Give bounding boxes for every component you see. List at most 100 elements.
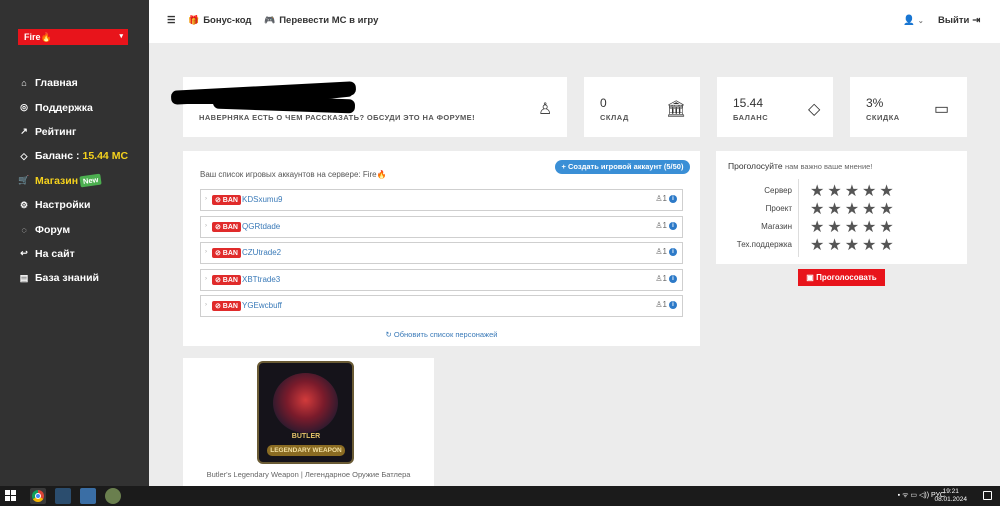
account-count: 1 <box>662 247 667 256</box>
vote-label: Проект <box>765 204 792 213</box>
ban-badge: ⊘ BAN <box>212 195 241 205</box>
weapon-artwork <box>273 373 338 433</box>
stat-label: СКЛАД <box>600 113 629 122</box>
balance-value: 15.44 МС <box>82 150 129 163</box>
account-meta: ♙ 1 i <box>655 221 677 230</box>
account-row[interactable]: › ⊘ BAN KDSxumu9 ♙ 1 i <box>200 189 683 211</box>
paint-icon[interactable] <box>105 488 121 504</box>
menu-toggle-button[interactable]: ☰ <box>167 15 176 26</box>
logout-icon: ⇥ <box>972 15 981 26</box>
refresh-characters-link[interactable]: ↻ Обновить список персонажей <box>183 330 700 339</box>
user-menu[interactable]: 👤 ⌄ <box>903 15 924 26</box>
account-row[interactable]: › ⊘ BAN CZUtrade2 ♙ 1 i <box>200 242 683 264</box>
hamburger-icon: ☰ <box>167 15 176 26</box>
star-rating[interactable]: ★★★★★ <box>810 217 897 237</box>
sidebar-item-forum[interactable]: ◌ Форум <box>0 217 149 241</box>
stat-value: 15.44 <box>733 96 764 110</box>
sidebar-item-shop[interactable]: 🛒 Магазин New <box>0 169 149 193</box>
gamepad-icon: 🎮 <box>264 15 276 25</box>
bank-icon: 🏛 <box>666 101 687 118</box>
product-image[interactable]: BUTLER LEGENDARY WEAPON <box>257 361 354 464</box>
forum-card: НАВЕРНЯКА ЕСТЬ О ЧЕМ РАССКАЗАТЬ? ОБСУДИ … <box>170 77 567 137</box>
star-rating[interactable]: ★★★★★ <box>810 199 897 219</box>
home-icon: ⌂ <box>21 78 27 89</box>
product-image-subtitle: LEGENDARY WEAPON <box>267 445 345 456</box>
sidebar-item-label: Рейтинг <box>35 125 77 138</box>
account-name[interactable]: XBTtrade3 <box>242 275 280 284</box>
stat-label: СКИДКА <box>866 113 900 122</box>
diamond-icon: ◇ <box>20 150 28 161</box>
rating-icon: ↗ <box>20 126 28 137</box>
app-icon[interactable] <box>55 488 71 504</box>
sidebar-item-label: Настройки <box>35 199 91 212</box>
sidebar-item-support[interactable]: ◎ Поддержка <box>0 95 149 119</box>
sidebar-item-knowledge[interactable]: ▤ База знаний <box>0 266 149 290</box>
chevron-down-icon: ⌄ <box>917 17 924 25</box>
account-row[interactable]: › ⊘ BAN XBTtrade3 ♙ 1 i <box>200 269 683 291</box>
vote-title: Проголосуйте нам важно ваше мнение! <box>728 161 872 171</box>
account-name[interactable]: KDSxumu9 <box>242 195 282 204</box>
sidebar-item-settings[interactable]: ⚙ Настройки <box>0 193 149 217</box>
vote-label: Магазин <box>761 222 792 231</box>
logout-label: Выйти <box>938 15 970 26</box>
clock-time: 19:21 <box>942 488 959 495</box>
person-icon: ♙ <box>655 274 663 283</box>
forum-icon: ◌ <box>21 224 27 235</box>
create-account-button[interactable]: + Создать игровой аккаунт (5/50) <box>555 160 690 174</box>
vote-icon: ▣ <box>806 273 817 282</box>
sidebar-item-home[interactable]: ⌂ Главная <box>0 71 149 95</box>
logout-link[interactable]: Выйти ⇥ <box>938 15 980 26</box>
stat-card-balance: 15.44 БАЛАНС ◇ <box>717 77 833 137</box>
vote-button[interactable]: ▣ Проголосовать <box>798 269 885 286</box>
clock-date: 08.01.2024 <box>934 496 967 503</box>
sidebar-item-label: На сайт <box>35 247 75 260</box>
chevron-right-icon: › <box>205 196 207 202</box>
ban-badge: ⊘ BAN <box>212 248 241 258</box>
account-row[interactable]: › ⊘ BAN QGRtdade ♙ 1 i <box>200 216 683 238</box>
account-row[interactable]: › ⊘ BAN YGEwcbuff ♙ 1 i <box>200 295 683 317</box>
stat-card-warehouse: 0 СКЛАД 🏛 <box>584 77 700 137</box>
info-icon[interactable]: i <box>669 247 677 256</box>
account-name[interactable]: CZUtrade2 <box>242 248 281 257</box>
info-icon[interactable]: i <box>669 300 677 309</box>
account-meta: ♙ 1 i <box>655 194 677 203</box>
info-icon[interactable]: i <box>669 221 677 230</box>
vote-row: Тех.поддержка ★★★★★ <box>716 237 967 255</box>
ban-badge: ⊘ BAN <box>212 275 241 285</box>
notification-icon[interactable] <box>983 491 992 500</box>
vote-subtitle: нам важно ваше мнение! <box>784 162 873 171</box>
clock[interactable]: 19:21 08.01.2024 <box>934 488 967 504</box>
info-icon[interactable]: i <box>669 274 677 283</box>
windows-start-icon[interactable] <box>5 490 16 501</box>
person-icon: ♙ <box>655 221 663 230</box>
chrome-icon[interactable] <box>30 488 46 504</box>
sidebar-item-label: Поддержка <box>35 101 93 114</box>
bonus-code-label: Бонус-код <box>203 15 252 26</box>
product-card[interactable]: BUTLER LEGENDARY WEAPON Butler's Legenda… <box>183 358 434 486</box>
accounts-title: Ваш список игровых аккаунтов на сервере:… <box>200 170 387 179</box>
chevron-right-icon: › <box>205 276 207 282</box>
calculator-icon[interactable] <box>80 488 96 504</box>
product-caption[interactable]: Butler's Legendary Weapon | Легендарное … <box>183 470 434 479</box>
top-bar: ☰ 🎁 Бонус-код 🎮 Перевести МС в игру 👤 ⌄ … <box>149 0 1000 43</box>
star-rating[interactable]: ★★★★★ <box>810 235 897 255</box>
sidebar-nav: ⌂ Главная ◎ Поддержка ↗ Рейтинг ◇ Баланс… <box>0 71 149 291</box>
wallet-icon: ▭ <box>934 101 950 118</box>
sidebar-item-balance[interactable]: ◇ Баланс : 15.44 МС <box>0 144 149 168</box>
bonus-code-link[interactable]: 🎁 Бонус-код <box>188 15 251 26</box>
account-meta: ♙ 1 i <box>655 300 677 309</box>
account-name[interactable]: QGRtdade <box>242 222 280 231</box>
book-icon: ▤ <box>19 272 29 283</box>
star-rating[interactable]: ★★★★★ <box>810 181 897 201</box>
info-icon[interactable]: i <box>669 194 677 203</box>
sidebar-item-site[interactable]: ↩ На сайт <box>0 242 149 266</box>
transfer-mc-link[interactable]: 🎮 Перевести МС в игру <box>264 15 378 26</box>
sidebar-item-rating[interactable]: ↗ Рейтинг <box>0 120 149 144</box>
account-name[interactable]: YGEwcbuff <box>242 301 282 310</box>
chevron-right-icon: › <box>205 249 207 255</box>
person-icon: ♙ <box>655 300 663 309</box>
stat-value: 0 <box>600 96 607 110</box>
chevron-down-icon: ▾ <box>119 33 123 40</box>
sidebar: Fire🔥 ▾ ⌂ Главная ◎ Поддержка ↗ Рейтинг … <box>0 0 149 486</box>
server-select[interactable]: Fire🔥 ▾ <box>18 29 128 45</box>
